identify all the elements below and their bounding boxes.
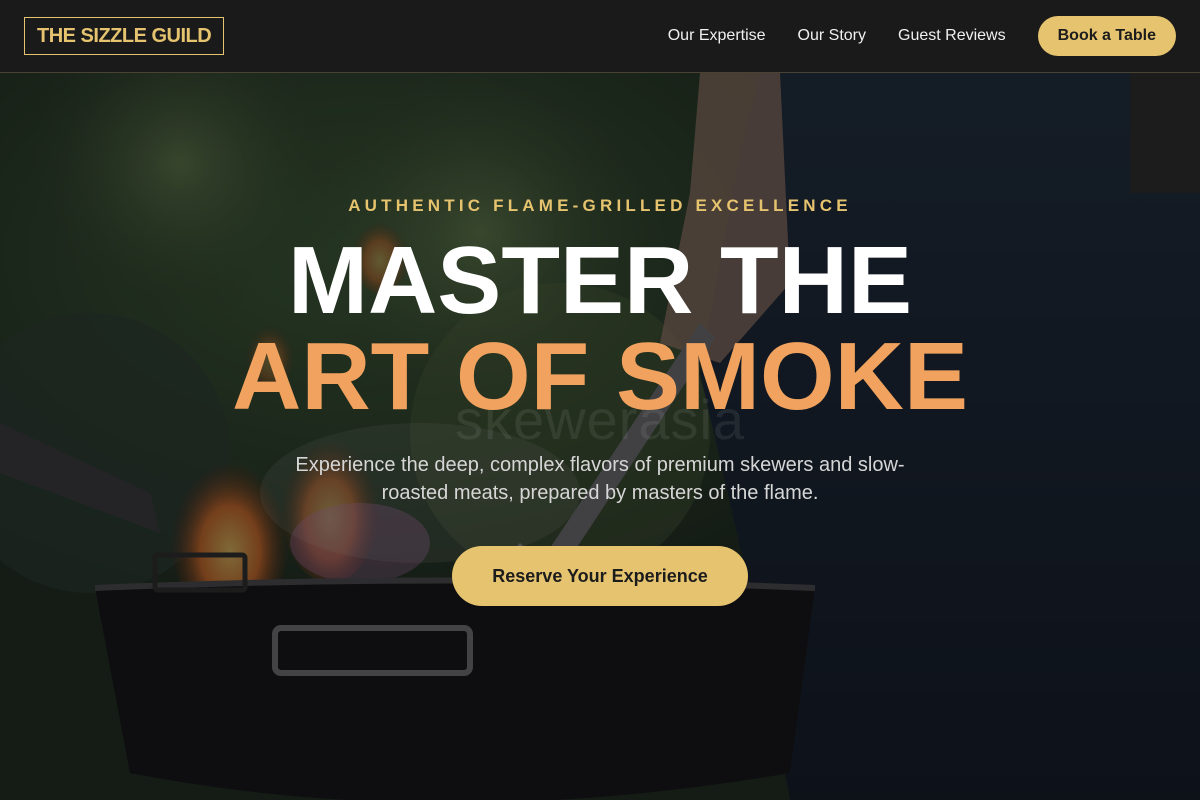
nav-link-our-expertise[interactable]: Our Expertise — [668, 27, 766, 45]
top-navbar: THE SIZZLE GUILD Our Expertise Our Story… — [0, 0, 1200, 73]
headline-line-1: MASTER THE — [288, 227, 912, 334]
hero-headline: MASTER THE ART OF SMOKE — [0, 233, 1200, 425]
brand-logo[interactable]: THE SIZZLE GUILD — [24, 17, 225, 55]
main-nav: Our Expertise Our Story Guest Reviews Bo… — [668, 16, 1176, 56]
headline-line-2: ART OF SMOKE — [232, 323, 968, 430]
book-table-button[interactable]: Book a Table — [1037, 16, 1176, 56]
nav-link-guest-reviews[interactable]: Guest Reviews — [898, 27, 1006, 45]
nav-link-our-story[interactable]: Our Story — [798, 27, 866, 45]
hero-subcopy: Experience the deep, complex flavors of … — [295, 454, 905, 504]
hero-section: AUTHENTIC FLAME-GRILLED EXCELLENCE skewe… — [0, 73, 1200, 800]
hero-eyebrow: AUTHENTIC FLAME-GRILLED EXCELLENCE — [348, 196, 852, 215]
reserve-experience-button[interactable]: Reserve Your Experience — [452, 546, 748, 606]
